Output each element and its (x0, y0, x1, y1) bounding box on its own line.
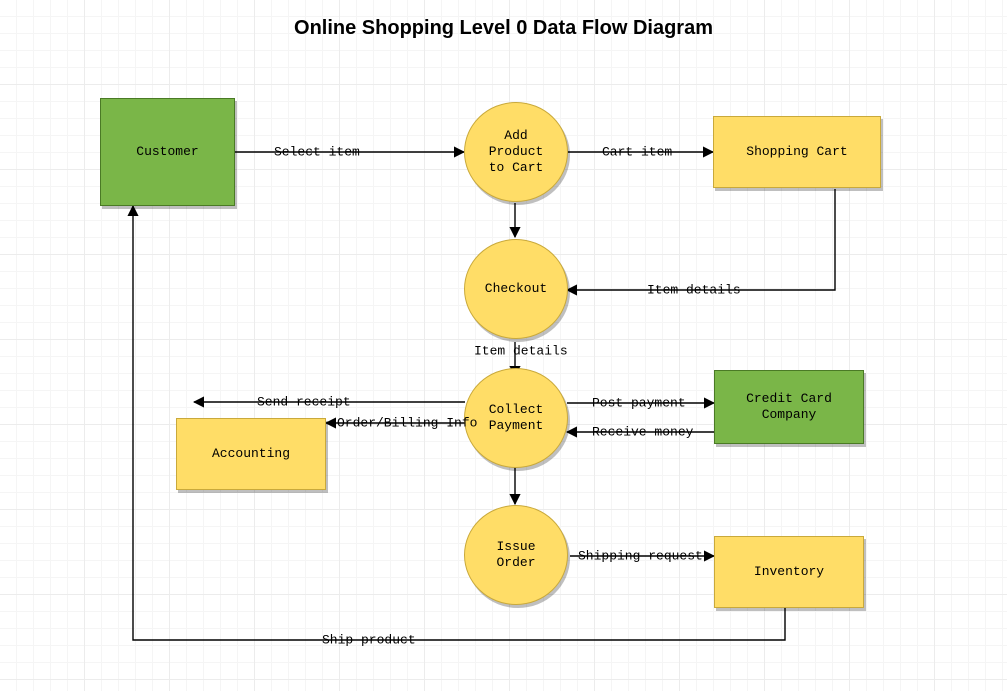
process-checkout: Checkout (464, 239, 568, 339)
process-add-product: Add Product to Cart (464, 102, 568, 202)
store-inventory-label: Inventory (754, 564, 824, 580)
edge-receive-money: Receive money (590, 425, 695, 440)
process-checkout-label: Checkout (485, 281, 547, 297)
edge-ship-request: Shipping request (576, 549, 705, 564)
store-accounting-label: Accounting (212, 446, 290, 462)
diagram-title: Online Shopping Level 0 Data Flow Diagra… (0, 17, 1007, 40)
store-shopping-cart-label: Shopping Cart (746, 144, 847, 160)
edge-order-billing: Order/Billing Info (335, 416, 479, 431)
process-issue-order: Issue Order (464, 505, 568, 605)
edge-item-details-r: Item details (645, 283, 743, 298)
entity-customer: Customer (100, 98, 235, 206)
store-accounting: Accounting (176, 418, 326, 490)
store-shopping-cart: Shopping Cart (713, 116, 881, 188)
edge-select-item: Select item (272, 145, 362, 160)
edge-post-payment: Post payment (590, 396, 688, 411)
process-collect: Collect Payment (464, 368, 568, 468)
entity-credit-card-label: Credit Card Company (746, 391, 832, 424)
edge-send-receipt: Send receipt (255, 395, 353, 410)
process-issue-order-label: Issue Order (496, 539, 535, 572)
edge-item-details-v: Item details (472, 344, 570, 359)
store-inventory: Inventory (714, 536, 864, 608)
edge-ship-product: Ship product (320, 633, 418, 648)
edge-cart-item: Cart item (600, 145, 674, 160)
entity-customer-label: Customer (136, 144, 198, 160)
entity-credit-card: Credit Card Company (714, 370, 864, 444)
process-add-product-label: Add Product to Cart (489, 128, 544, 177)
process-collect-label: Collect Payment (489, 402, 544, 435)
